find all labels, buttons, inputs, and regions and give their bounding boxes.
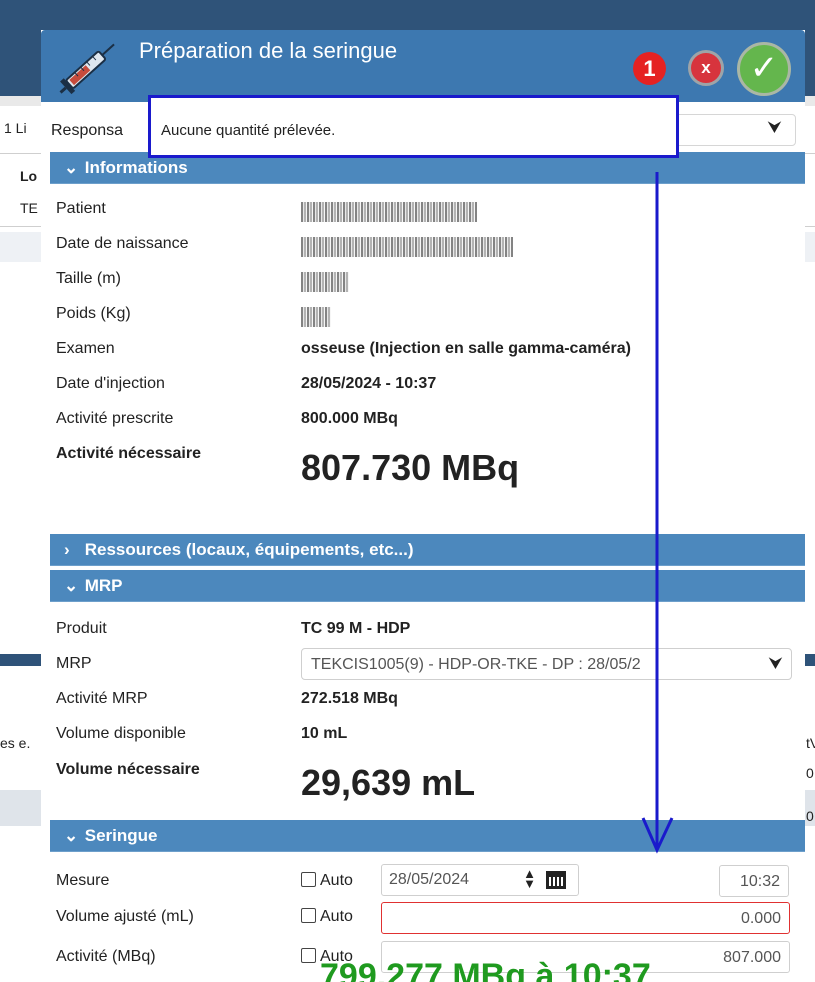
annotation-arrow — [641, 172, 674, 854]
